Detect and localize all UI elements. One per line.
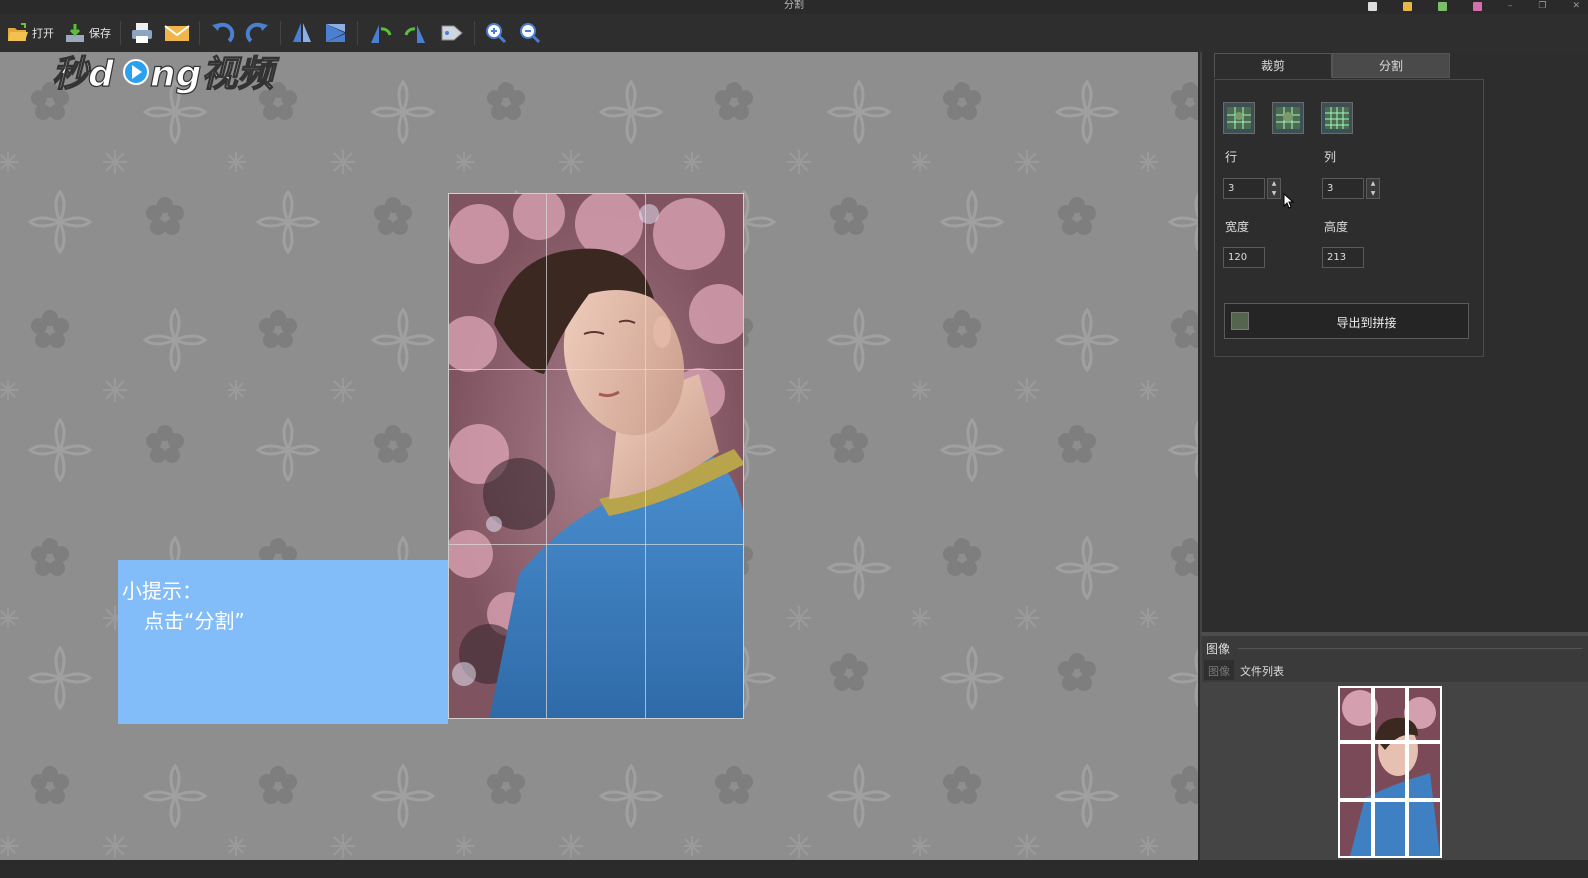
cols-label: 列 (1324, 150, 1337, 164)
mouse-cursor-icon (1283, 193, 1295, 209)
flip-horizontal-button[interactable] (321, 18, 351, 48)
tip-overlay: 小提示： 点击“分割” (118, 560, 448, 724)
image-preview-area (1202, 682, 1588, 860)
split-preview-thumbnail[interactable] (1338, 686, 1442, 858)
width-label: 宽度 (1225, 220, 1250, 234)
grid-line-horizontal (449, 544, 743, 545)
status-bar (0, 860, 1588, 878)
window-controls: – ❐ ✕ (1367, 0, 1580, 12)
page-icon[interactable] (1367, 1, 1377, 11)
flip-vertical-icon (293, 23, 311, 42)
print-button[interactable] (127, 18, 157, 48)
toolbar-divider (120, 21, 121, 45)
tip-title: 小提示： (122, 579, 202, 603)
height-input[interactable]: 213 (1322, 247, 1364, 268)
tab-file-list[interactable]: 文件列表 (1236, 660, 1288, 680)
image-panel: 图像 图像 文件列表 (1200, 632, 1588, 860)
window-title: 分割 (784, 0, 804, 11)
undo-button[interactable] (206, 18, 238, 48)
save-label: 保存 (89, 27, 111, 40)
image-canvas[interactable]: 小提示： 点击“分割” (0, 52, 1198, 860)
tag-icon (441, 25, 463, 41)
open-label: 打开 (32, 27, 54, 40)
grid-image-icon (1227, 107, 1251, 129)
up-arrow-icon[interactable]: ▲ (1367, 179, 1379, 189)
printer-icon (132, 23, 152, 43)
toolbar-divider (280, 21, 281, 45)
restore-icon[interactable]: ❐ (1538, 1, 1546, 11)
zoom-in-button[interactable] (481, 18, 511, 48)
close-icon[interactable]: ✕ (1572, 1, 1580, 11)
toolbar-divider (357, 21, 358, 45)
palette-icon[interactable] (1472, 1, 1482, 11)
zoom-out-icon (520, 23, 541, 44)
width-input[interactable]: 120 (1223, 247, 1265, 268)
panel-title-rule (1238, 648, 1582, 649)
pencil-icon[interactable] (1402, 1, 1412, 11)
split-mode-button-3[interactable] (1321, 102, 1353, 134)
minimize-icon[interactable]: – (1508, 1, 1513, 11)
grid-line-horizontal (449, 369, 743, 370)
split-mode-button-1[interactable] (1223, 102, 1255, 134)
export-label: 导出到拼接 (1336, 316, 1397, 330)
split-options: 行 列 3 ▲ ▼ 3 ▲ ▼ 宽度 高度 120 213 导出到拼接 (1214, 79, 1484, 357)
cols-stepper[interactable]: ▲ ▼ (1366, 178, 1380, 199)
email-button[interactable] (161, 18, 193, 48)
tag-button[interactable] (436, 18, 468, 48)
rows-stepper[interactable]: ▲ ▼ (1267, 178, 1281, 199)
rotate-left-icon (371, 25, 392, 43)
down-arrow-icon[interactable]: ▼ (1367, 189, 1379, 199)
tip-body: 点击“分割” (144, 609, 245, 633)
image-panel-title: 图像 (1206, 642, 1231, 656)
grid-line-vertical (645, 194, 646, 718)
export-to-collage-button[interactable]: 导出到拼接 (1224, 303, 1469, 339)
rows-input[interactable]: 3 (1223, 178, 1265, 199)
app-window: 分割 – ❐ ✕ 打开 保存 小提示： 点击“分割” 秒d ng视频 裁剪 分割… (0, 0, 1588, 878)
watermark-logo: 秒d ng视频 (51, 53, 280, 95)
cols-input[interactable]: 3 (1322, 178, 1364, 199)
open-button[interactable]: 打开 (4, 18, 57, 48)
tab-split[interactable]: 分割 (1332, 53, 1450, 78)
height-label: 高度 (1324, 220, 1349, 234)
zoom-out-button[interactable] (515, 18, 545, 48)
toolbar-divider (474, 21, 475, 45)
grid-image-icon (1276, 107, 1300, 129)
zoom-in-icon (486, 23, 507, 44)
image-panel-tabs: 图像 文件列表 (1204, 660, 1288, 680)
svg-text:ng视频: ng视频 (150, 54, 279, 95)
save-button[interactable]: 保存 (61, 18, 114, 48)
title-bar: 分割 – ❐ ✕ (0, 0, 1588, 14)
redo-button[interactable] (242, 18, 274, 48)
flip-horizontal-icon (326, 24, 345, 42)
grid-line-vertical (546, 194, 547, 718)
toolbar-divider (199, 21, 200, 45)
down-arrow-icon[interactable]: ▼ (1268, 189, 1280, 199)
redo-icon (245, 22, 268, 43)
rotate-right-button[interactable] (400, 18, 432, 48)
split-photo[interactable] (448, 193, 744, 719)
layout-icon[interactable] (1437, 1, 1447, 11)
tab-crop[interactable]: 裁剪 (1214, 53, 1332, 78)
undo-icon (212, 22, 235, 43)
folder-open-icon (8, 23, 28, 41)
toolbar: 打开 保存 (0, 14, 1588, 52)
flip-vertical-button[interactable] (287, 18, 317, 48)
rotate-right-icon (404, 25, 425, 43)
save-download-icon (66, 24, 84, 42)
split-settings-panel: 裁剪 分割 行 列 3 ▲ ▼ 3 ▲ ▼ 宽度 高度 120 213 导出到拼… (1200, 52, 1588, 632)
svg-text:秒d: 秒d (52, 54, 115, 95)
split-mode-button-2[interactable] (1272, 102, 1304, 134)
portrait-image (449, 194, 743, 718)
grid-image-icon (1325, 107, 1349, 129)
envelope-icon (164, 25, 190, 41)
panel-tabs: 裁剪 分割 (1214, 53, 1450, 78)
rotate-left-button[interactable] (364, 18, 396, 48)
preview-tiles (1340, 688, 1440, 856)
tab-image[interactable]: 图像 (1204, 660, 1234, 680)
up-arrow-icon[interactable]: ▲ (1268, 179, 1280, 189)
rows-label: 行 (1225, 150, 1238, 164)
